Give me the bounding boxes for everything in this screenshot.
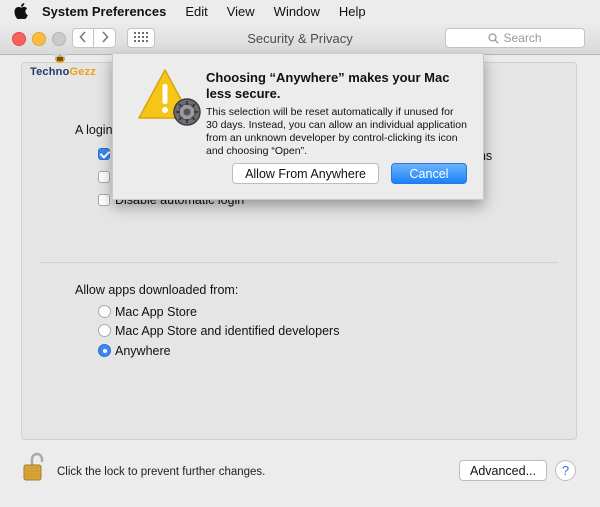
search-input[interactable]: Search <box>445 28 585 48</box>
allow-from-anywhere-button[interactable]: Allow From Anywhere <box>232 163 379 184</box>
advanced-button[interactable]: Advanced... <box>459 460 547 481</box>
logo-text-part1: Techno <box>30 66 70 78</box>
radio-anywhere-label: Anywhere <box>115 344 171 358</box>
radio-mac-app-store-label: Mac App Store <box>115 305 197 319</box>
alert-title: Choosing “Anywhere” makes your Mac less … <box>206 70 450 101</box>
login-checkbox-1[interactable] <box>98 148 110 160</box>
menu-help[interactable]: Help <box>339 4 366 19</box>
menu-window[interactable]: Window <box>274 4 320 19</box>
login-checkbox-2[interactable] <box>98 171 110 183</box>
search-placeholder: Search <box>503 31 542 45</box>
radio-identified-developers-label: Mac App Store and identified developers <box>115 324 340 338</box>
menu-app-name[interactable]: System Preferences <box>42 4 166 19</box>
title-bar: Security & Privacy Search <box>0 22 600 55</box>
section-divider <box>40 262 558 263</box>
menu-bar: System Preferences Edit View Window Help <box>0 0 600 23</box>
unlocked-padlock-icon[interactable] <box>23 452 45 482</box>
radio-mac-app-store[interactable] <box>98 305 111 318</box>
allow-apps-heading: Allow apps downloaded from: <box>75 283 239 297</box>
warning-icon <box>137 68 203 128</box>
logo-text-part2: Gezz <box>69 66 96 78</box>
technogezz-logo: TechnoGezz <box>30 52 96 80</box>
radio-anywhere[interactable] <box>98 344 111 357</box>
alert-sheet: Choosing “Anywhere” makes your Mac less … <box>112 54 484 200</box>
search-icon <box>488 32 500 44</box>
alert-message: This selection will be reset automatical… <box>206 106 467 157</box>
menu-view[interactable]: View <box>227 4 255 19</box>
disable-auto-login-checkbox[interactable] <box>98 194 110 206</box>
cancel-button[interactable]: Cancel <box>391 163 467 184</box>
apple-logo-icon[interactable] <box>14 3 30 19</box>
login-section-heading: A login <box>75 123 113 137</box>
help-button[interactable]: ? <box>555 460 576 481</box>
logo-text: TechnoGezz <box>30 66 96 78</box>
menu-edit[interactable]: Edit <box>185 4 207 19</box>
bee-icon <box>52 52 68 64</box>
radio-identified-developers[interactable] <box>98 324 111 337</box>
lock-instructions: Click the lock to prevent further change… <box>57 466 266 478</box>
